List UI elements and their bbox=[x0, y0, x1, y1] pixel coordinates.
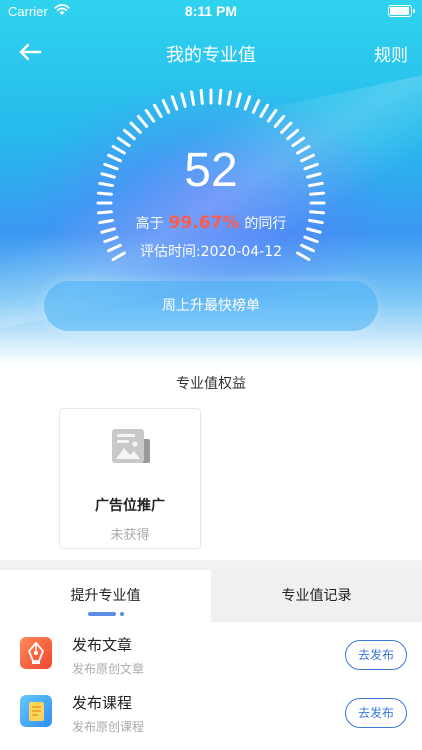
status-bar: Carrier 8:11 PM bbox=[0, 0, 422, 24]
percentile-prefix: 高于 bbox=[135, 216, 164, 232]
gauge-tick bbox=[218, 88, 223, 105]
gauge-tick bbox=[259, 103, 269, 118]
gauge-tick bbox=[280, 121, 293, 134]
page-title: 我的专业值 bbox=[166, 45, 256, 66]
gauge-tick bbox=[136, 114, 149, 128]
document-icon bbox=[20, 695, 52, 727]
benefit-card-ad-promotion[interactable]: 广告位推广 未获得 bbox=[59, 408, 201, 549]
gauge-tick bbox=[144, 108, 156, 123]
gauge-tick bbox=[226, 90, 233, 107]
tab-boost-score-label: 提升专业值 bbox=[70, 588, 141, 604]
page: Carrier 8:11 PM 我的专业值 规则 52 高于 99.67% 的同行 … bbox=[0, 0, 422, 750]
status-time: 8:11 PM bbox=[184, 3, 238, 19]
tab-score-records[interactable]: 专业值记录 bbox=[211, 570, 422, 622]
section-divider bbox=[0, 560, 422, 570]
gauge-tick bbox=[180, 92, 187, 108]
percentile-value: 99.67% bbox=[168, 213, 240, 233]
gauge-tick bbox=[235, 92, 242, 108]
gauge-tick bbox=[243, 95, 252, 111]
publish-course-button[interactable]: 去发布 bbox=[345, 698, 407, 728]
active-tab-indicator bbox=[88, 612, 116, 616]
weekly-ranking-button[interactable]: 周上升最快榜单 bbox=[44, 281, 378, 331]
gauge-tick bbox=[266, 108, 278, 123]
gauge-tick bbox=[170, 95, 179, 111]
percentile-suffix: 的同行 bbox=[244, 216, 287, 232]
pen-nib-icon bbox=[20, 637, 52, 669]
gauge-tick bbox=[129, 121, 142, 134]
publish-article-button[interactable]: 去发布 bbox=[345, 640, 407, 670]
benefits-section-title: 专业值权益 bbox=[176, 376, 246, 392]
ad-placement-icon bbox=[110, 427, 152, 471]
gauge-tick bbox=[189, 90, 196, 107]
gauge-tick bbox=[153, 103, 163, 118]
benefit-name: 广告位推广 bbox=[95, 498, 165, 514]
task-description: 发布原创文章 bbox=[72, 662, 145, 676]
battery-icon bbox=[388, 5, 415, 17]
score-value: 52 bbox=[184, 144, 238, 197]
task-row-publish-article: 发布文章 发布原创文章 去发布 bbox=[0, 626, 422, 688]
task-name: 发布文章 bbox=[72, 636, 133, 654]
tab-boost-score[interactable]: 提升专业值 bbox=[0, 570, 211, 622]
gauge-tick bbox=[273, 114, 286, 128]
gauge-tick bbox=[122, 128, 136, 141]
benefit-status: 未获得 bbox=[110, 528, 150, 543]
gauge-tick bbox=[199, 88, 204, 105]
task-row-publish-course: 发布课程 发布原创课程 去发布 bbox=[0, 684, 422, 746]
task-name: 发布课程 bbox=[72, 694, 133, 712]
rules-link[interactable]: 规则 bbox=[374, 41, 408, 66]
evaluation-time: 评估时间:2020-04-12 bbox=[139, 244, 283, 260]
nav-bar: 我的专业值 规则 bbox=[0, 34, 422, 70]
tab-score-records-label: 专业值记录 bbox=[281, 588, 352, 604]
percentile-line: 高于 99.67% 的同行 bbox=[0, 213, 422, 233]
active-tab-indicator-dot bbox=[120, 612, 124, 616]
gauge-tick bbox=[161, 99, 171, 114]
task-description: 发布原创课程 bbox=[72, 720, 145, 734]
gauge-tick bbox=[286, 128, 300, 141]
tab-bar: 提升专业值 专业值记录 bbox=[0, 570, 422, 622]
gauge-tick bbox=[251, 99, 261, 114]
